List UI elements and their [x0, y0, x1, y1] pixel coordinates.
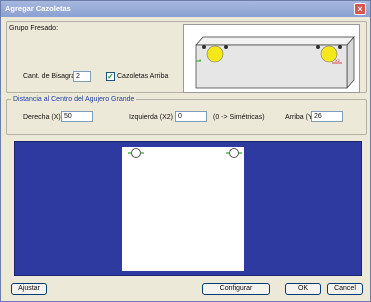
hinge-left-hole	[131, 148, 141, 158]
configurar-button[interactable]: Configurar	[202, 283, 270, 295]
cancel-button[interactable]: Cancel	[327, 283, 363, 295]
ajustar-button[interactable]: Ajustar	[11, 283, 47, 295]
arriba-field[interactable]: 26	[311, 111, 343, 122]
hinge-right-hole	[229, 148, 239, 158]
close-button[interactable]: ×	[354, 3, 366, 15]
derecha-field[interactable]: 50	[61, 111, 93, 122]
izquierda-field[interactable]: 0	[175, 111, 207, 122]
izquierda-label: Izquierda (X2) =	[129, 114, 179, 121]
group-label: Grupo Fresado:	[9, 25, 59, 32]
dialog-window: Agregar Cazoletas × Grupo Fresado: Cant.…	[0, 0, 371, 302]
title-bar[interactable]: Agregar Cazoletas ×	[1, 1, 370, 17]
x2-marker-label: X2	[335, 58, 341, 63]
door-hinges-drawing	[128, 148, 242, 158]
board-preview-drawing: × X2	[195, 36, 355, 89]
door-canvas[interactable]	[122, 147, 244, 271]
cazoletas-arriba-label: Cazoletas Arriba	[117, 73, 169, 80]
hole-left	[206, 45, 224, 63]
distance-panel-label: Distancia al Centro del Agujero Grande	[11, 96, 137, 103]
cazoletas-arriba-checkbox[interactable]: ✓	[106, 72, 115, 81]
layout-canvas-area	[14, 141, 362, 276]
cant-bisagras-label: Cant. de Bisagras:	[23, 73, 81, 80]
izquierda-hint: (0 -> Simétricas)	[213, 114, 265, 121]
top-preview: × X2	[183, 24, 360, 93]
window-title: Agregar Cazoletas	[5, 4, 71, 13]
cant-bisagras-field[interactable]: 2	[73, 71, 91, 82]
ok-button[interactable]: OK	[285, 283, 321, 295]
